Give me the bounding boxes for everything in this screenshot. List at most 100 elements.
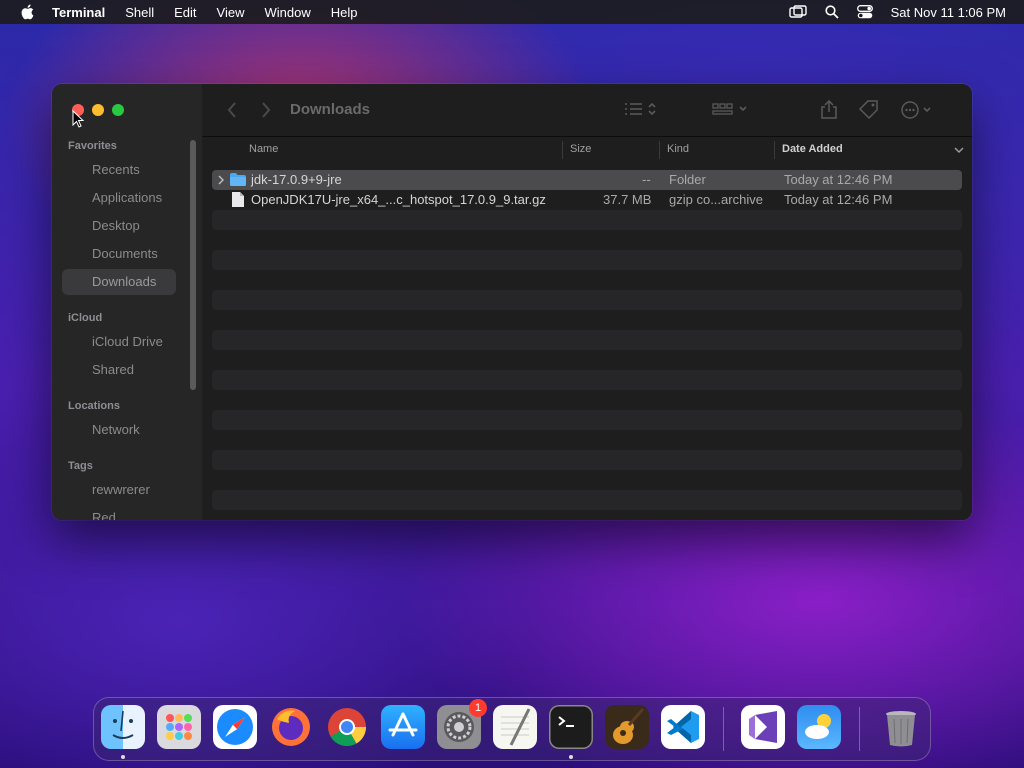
spotlight-search-icon[interactable] [825,5,839,19]
sidebar-item-network[interactable]: Network [62,417,176,443]
table-row[interactable]: jdk-17.0.9+9-jre -- Folder Today at 12:4… [212,170,962,190]
weather-dock-icon[interactable] [797,705,841,749]
dock-separator [723,707,724,751]
system-settings-dock-icon[interactable]: 1 [437,699,487,749]
menu-help[interactable]: Help [331,5,358,20]
apple-logo-icon[interactable] [20,4,34,20]
running-indicator [569,755,573,759]
trash-dock-icon[interactable] [879,705,923,749]
firefox-dock-icon[interactable] [269,705,313,749]
menu-window[interactable]: Window [265,5,311,20]
sidebar-header-tags: Tags [68,460,93,472]
sidebar-item-icloud-drive[interactable]: iCloud Drive [62,329,176,355]
sidebar-item-label: Red [92,510,116,520]
file-kind: Folder [669,172,706,187]
sidebar-header-locations: Locations [68,400,120,412]
table-row[interactable]: OpenJDK17U-jre_x64_...c_hotspot_17.0.9_9… [212,190,962,210]
empty-row [212,390,962,410]
dock: 1 [93,697,931,761]
tag-icon[interactable] [858,100,880,120]
sort-chevron-down-icon[interactable] [954,147,964,153]
launchpad-dock-icon[interactable] [157,705,201,749]
dock-separator [859,707,860,751]
minimize-window-button[interactable] [92,104,104,116]
sidebar-item-downloads[interactable]: Downloads [62,269,176,295]
empty-row [212,310,962,330]
safari-dock-icon[interactable] [213,705,257,749]
column-header-kind[interactable]: Kind [667,143,689,155]
finder-sidebar: Favorites Recents Applications Desktop D… [52,84,203,520]
mouse-pointer-icon [72,110,84,128]
folder-icon [230,173,246,186]
sidebar-item-label: Desktop [92,218,140,233]
column-header-size[interactable]: Size [570,143,591,155]
zoom-window-button[interactable] [112,104,124,116]
file-size: -- [642,172,651,187]
menubar-clock[interactable]: Sat Nov 11 1:06 PM [891,5,1006,20]
column-divider[interactable] [659,141,660,159]
sidebar-item-desktop[interactable]: Desktop [62,213,176,239]
garageband-dock-icon[interactable] [605,705,649,749]
file-name: OpenJDK17U-jre_x64_...c_hotspot_17.0.9_9… [251,192,546,207]
sidebar-item-label: iCloud Drive [92,334,163,349]
sidebar-item-label: Downloads [92,274,157,289]
control-center-icon[interactable] [856,5,873,19]
column-header-date-added[interactable]: Date Added [782,143,843,155]
sidebar-item-label: Documents [92,246,158,261]
empty-row [212,250,962,270]
more-actions-icon[interactable] [900,100,938,120]
disclosure-chevron-icon[interactable] [218,175,224,185]
screen-mirroring-icon[interactable] [788,5,807,19]
sidebar-item-documents[interactable]: Documents [62,241,176,267]
empty-row [212,370,962,390]
forward-chevron-icon[interactable] [260,101,272,119]
terminal-dock-icon[interactable] [549,705,593,749]
column-divider[interactable] [774,141,775,159]
sidebar-scrollbar[interactable] [190,140,196,390]
column-header-name[interactable]: Name [249,143,278,155]
file-list: jdk-17.0.9+9-jre -- Folder Today at 12:4… [212,170,962,510]
sidebar-item-tag-red[interactable]: Red [62,505,176,520]
empty-row [212,450,962,470]
app-store-dock-icon[interactable] [381,705,425,749]
running-indicator [121,755,125,759]
menu-bar: Terminal Shell Edit View Window Help Sat… [0,0,1024,24]
sidebar-item-shared[interactable]: Shared [62,357,176,383]
empty-row [212,350,962,370]
list-view-icon[interactable] [624,100,660,118]
vscode-dock-icon[interactable] [661,705,705,749]
textedit-dock-icon[interactable] [493,705,537,749]
empty-row [212,410,962,430]
file-date-added: Today at 12:46 PM [784,192,893,207]
sidebar-header-favorites: Favorites [68,140,117,152]
sidebar-header-icloud: iCloud [68,312,103,324]
sidebar-item-label: Recents [92,162,140,177]
visual-studio-dock-icon[interactable] [741,705,785,749]
share-icon[interactable] [820,100,838,120]
file-kind: gzip co...archive [669,192,763,207]
notification-badge: 1 [469,699,487,717]
empty-row [212,210,962,230]
back-chevron-icon[interactable] [226,101,238,119]
menu-edit[interactable]: Edit [174,5,196,20]
finder-toolbar: Downloads [202,84,972,137]
file-size: 37.7 MB [603,192,652,207]
menu-shell[interactable]: Shell [125,5,154,20]
sidebar-item-tag-rewwrerer[interactable]: rewwrerer [62,477,176,503]
document-icon [232,192,244,207]
empty-row [212,430,962,450]
empty-row [212,470,962,490]
sidebar-item-recents[interactable]: Recents [62,157,176,183]
sidebar-item-label: Applications [92,190,163,205]
sidebar-item-applications[interactable]: Applications [62,185,176,211]
chrome-dock-icon[interactable] [325,705,369,749]
menu-app-terminal[interactable]: Terminal [52,5,105,20]
column-divider[interactable] [562,141,563,159]
empty-row [212,490,962,510]
empty-row [212,330,962,350]
sidebar-item-label: Shared [92,362,134,377]
menu-view[interactable]: View [217,5,245,20]
finder-dock-icon[interactable] [101,705,145,749]
empty-row [212,230,962,250]
group-by-grid-icon[interactable] [712,100,750,118]
